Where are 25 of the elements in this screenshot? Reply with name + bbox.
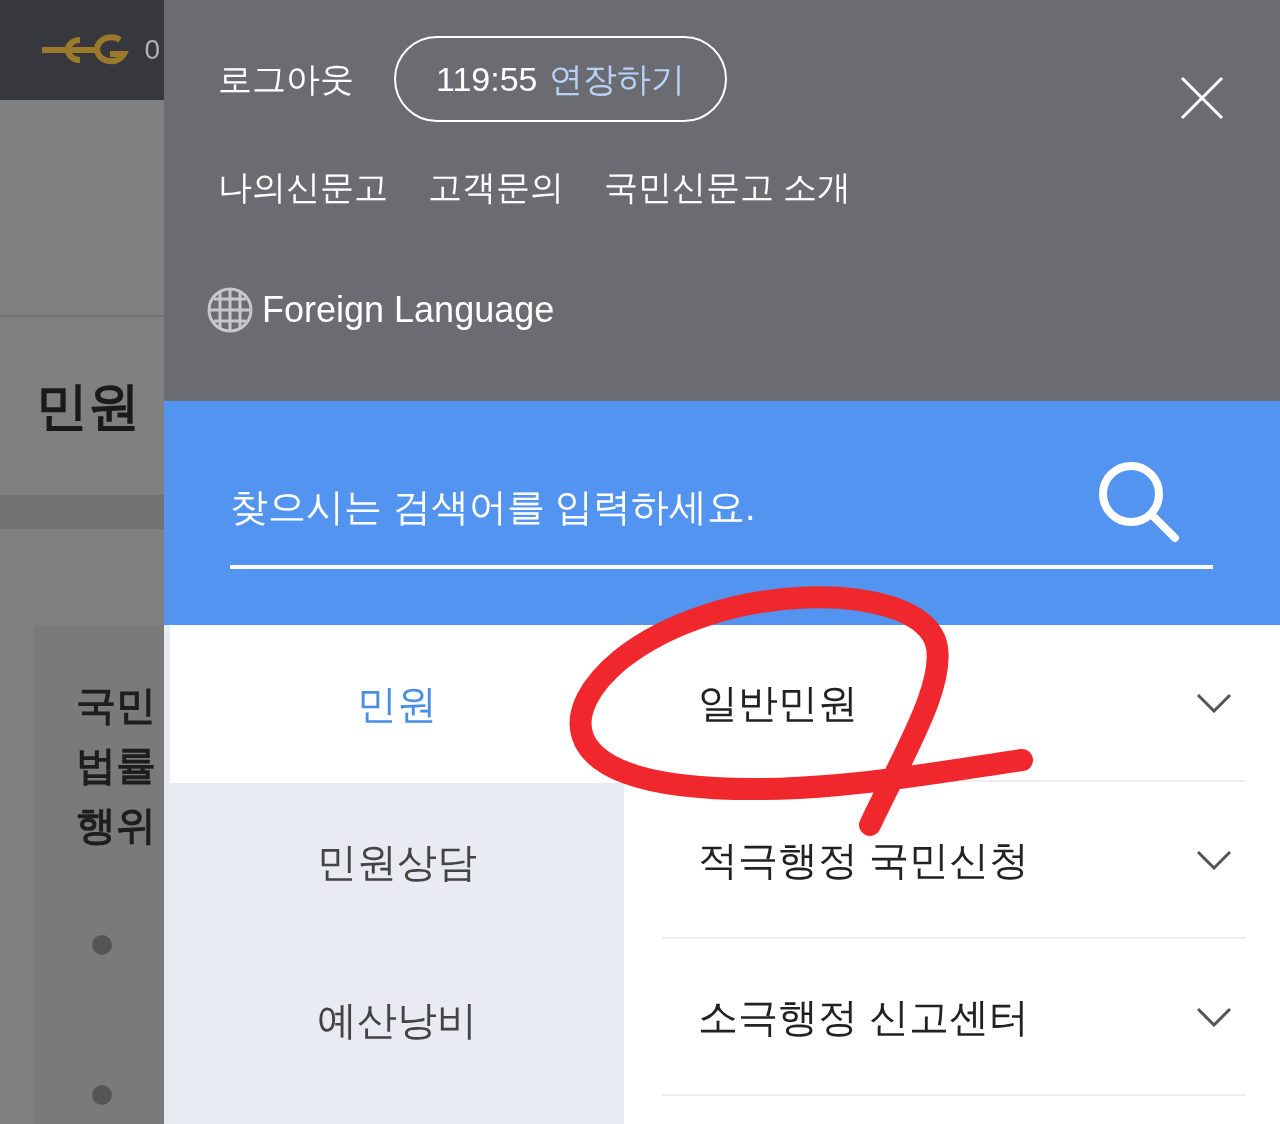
card-text: 행위: [76, 802, 157, 849]
category-tab[interactable]: 민원: [170, 625, 624, 783]
bullet-icon: [92, 1085, 112, 1105]
menu-item[interactable]: 소극행정 신고센터: [698, 986, 1030, 1047]
category-tab[interactable]: 예산낭비: [170, 941, 624, 1099]
menu-item[interactable]: 일반민원: [698, 672, 858, 733]
page-title: 민원: [36, 376, 140, 437]
card-text: 법률: [76, 742, 157, 789]
search-icon[interactable]: [1097, 460, 1181, 544]
language-link[interactable]: Foreign Language: [262, 283, 555, 337]
menu-item[interactable]: 적극행정 국민신청: [698, 829, 1030, 890]
bullet-icon: [92, 935, 112, 955]
logout-link[interactable]: 로그아웃: [218, 53, 354, 105]
chevron-down-icon[interactable]: [1196, 692, 1232, 713]
card-text: 국민: [76, 682, 157, 729]
close-icon[interactable]: [1180, 76, 1224, 120]
nav-link[interactable]: 국민신문고 소개: [604, 162, 852, 213]
extend-session-button[interactable]: 119:55 연장하기: [394, 36, 728, 122]
globe-icon: [206, 286, 254, 334]
category-tab[interactable]: 민원상담: [170, 783, 624, 941]
chevron-down-icon[interactable]: [1196, 1006, 1232, 1027]
nav-link[interactable]: 나의신문고: [218, 162, 388, 213]
header-text: 0: [144, 33, 160, 67]
chevron-down-icon[interactable]: [1196, 849, 1232, 870]
nav-link[interactable]: 고객문의: [428, 162, 564, 213]
